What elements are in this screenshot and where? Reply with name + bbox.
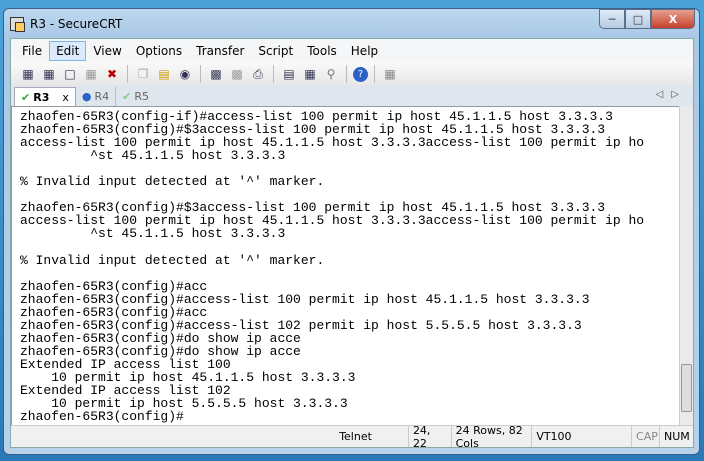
status-num: NUM [659, 426, 693, 447]
key-icon[interactable]: ⚲ [322, 65, 340, 83]
status-protocol: Telnet [339, 430, 372, 443]
copy-icon[interactable]: ❐ [134, 65, 152, 83]
connect-tab-icon[interactable]: □ [61, 65, 79, 83]
info-icon: ● [81, 90, 92, 103]
check-icon: ✔ [122, 90, 132, 103]
menu-file[interactable]: File [15, 41, 49, 61]
close-tab-icon[interactable]: x [62, 91, 69, 104]
toolbar-divider [127, 65, 128, 83]
status-size: 24 Rows, 82 Cols [450, 424, 532, 450]
sftp-icon[interactable]: ▦ [381, 65, 399, 83]
close-button[interactable]: X [651, 9, 695, 29]
terminal-line: % Invalid input detected at '^' marker. [20, 252, 325, 268]
terminal-line: zhaofen-65R3(config)#acc [20, 278, 208, 294]
app-icon [10, 17, 25, 32]
status-cap: CAP [631, 426, 659, 447]
print-icon[interactable]: ⎙ [249, 65, 267, 83]
paste-icon[interactable]: ▤ [155, 65, 173, 83]
keymap-icon[interactable]: ▦ [301, 65, 319, 83]
window-title: R3 - SecureCRT [30, 17, 123, 31]
tab-r4[interactable]: ● R4 [76, 87, 115, 106]
terminal-line: ^st 45.1.1.5 host 3.3.3.3 [20, 226, 286, 242]
menu-help[interactable]: Help [344, 41, 385, 61]
menu-options[interactable]: Options [129, 41, 189, 61]
terminal-line: Extended IP access list 100 [20, 356, 231, 372]
securecrt-window: R3 - SecureCRT ─ □ X File Edit View Opti… [3, 8, 700, 455]
terminal-line: zhaofen-65R3(config)#access-list 102 per… [20, 317, 582, 333]
menu-script[interactable]: Script [251, 41, 300, 61]
find-icon[interactable]: ◉ [176, 65, 194, 83]
status-emulation: VT100 [531, 426, 631, 447]
terminal-output[interactable]: zhaofen-65R3(config-if)#access-list 100 … [11, 106, 681, 426]
session-options-icon[interactable]: ▤ [280, 65, 298, 83]
scrollbar-thumb[interactable] [681, 364, 692, 412]
title-bar: R3 - SecureCRT [10, 14, 122, 34]
tab-scroll-right-icon[interactable]: ▷ [671, 89, 687, 100]
terminal-line: zhaofen-65R3(config)#do show ip acce [20, 330, 301, 346]
status-cursor: 24, 22 [407, 424, 451, 450]
vertical-scrollbar[interactable] [679, 106, 693, 426]
terminal-text: zhaofen-65R3(config-if)#access-list 100 … [12, 107, 680, 423]
menu-edit[interactable]: Edit [49, 40, 87, 61]
toolbar-divider [273, 65, 274, 83]
status-bar: Telnet 24, 22 24 Rows, 82 Cols VT100 CAP… [11, 424, 693, 450]
toolbar-divider [200, 65, 201, 83]
help-icon[interactable]: ? [353, 66, 368, 82]
terminal-line: zhaofen-65R3(config)# [20, 409, 184, 425]
quick-connect-icon[interactable]: ▦ [40, 65, 58, 83]
terminal-line: ^st 45.1.1.5 host 3.3.3.3 [20, 148, 286, 164]
print-selection-icon[interactable]: ▩ [228, 65, 246, 83]
check-icon: ✔ [21, 90, 31, 104]
menu-bar: File Edit View Options Transfer Script T… [11, 39, 693, 62]
terminal-line: % Invalid input detected at '^' marker. [20, 174, 325, 190]
toolbar-divider [374, 65, 375, 83]
tab-r5[interactable]: ✔ R5 [115, 87, 155, 106]
terminal-line: zhaofen-65R3(config)#access-list 100 per… [20, 291, 590, 307]
tab-r3[interactable]: ✔ R3 x [14, 87, 76, 106]
tab-label: R5 [134, 90, 149, 103]
minimize-button[interactable]: ─ [599, 9, 625, 29]
disconnect-icon[interactable]: ✖ [103, 65, 121, 83]
terminal-line: zhaofen-65R3(config)#acc [20, 304, 208, 320]
toolbar-divider [346, 65, 347, 83]
connect-icon[interactable]: ▦ [19, 65, 37, 83]
menu-tools[interactable]: Tools [300, 41, 344, 61]
tab-scroll-left-icon[interactable]: ◁ [656, 89, 672, 100]
menu-view[interactable]: View [86, 41, 128, 61]
menu-transfer[interactable]: Transfer [189, 41, 251, 61]
toolbar: ▦ ▦ □ ▦ ✖ ❐ ▤ ◉ ▩ ▩ ⎙ ▤ ▦ ⚲ ? ▦ [11, 62, 693, 86]
maximize-button[interactable]: □ [625, 9, 651, 29]
reconnect-icon[interactable]: ▦ [82, 65, 100, 83]
session-tabs: ✔ R3 x ● R4 ✔ R5 ◁▷ [11, 86, 693, 106]
tab-label: R4 [94, 90, 110, 103]
terminal-line: zhaofen-65R3(config)#do show ip acce [20, 343, 301, 359]
print-screen-icon[interactable]: ▩ [207, 65, 225, 83]
tab-label: R3 [33, 90, 50, 104]
